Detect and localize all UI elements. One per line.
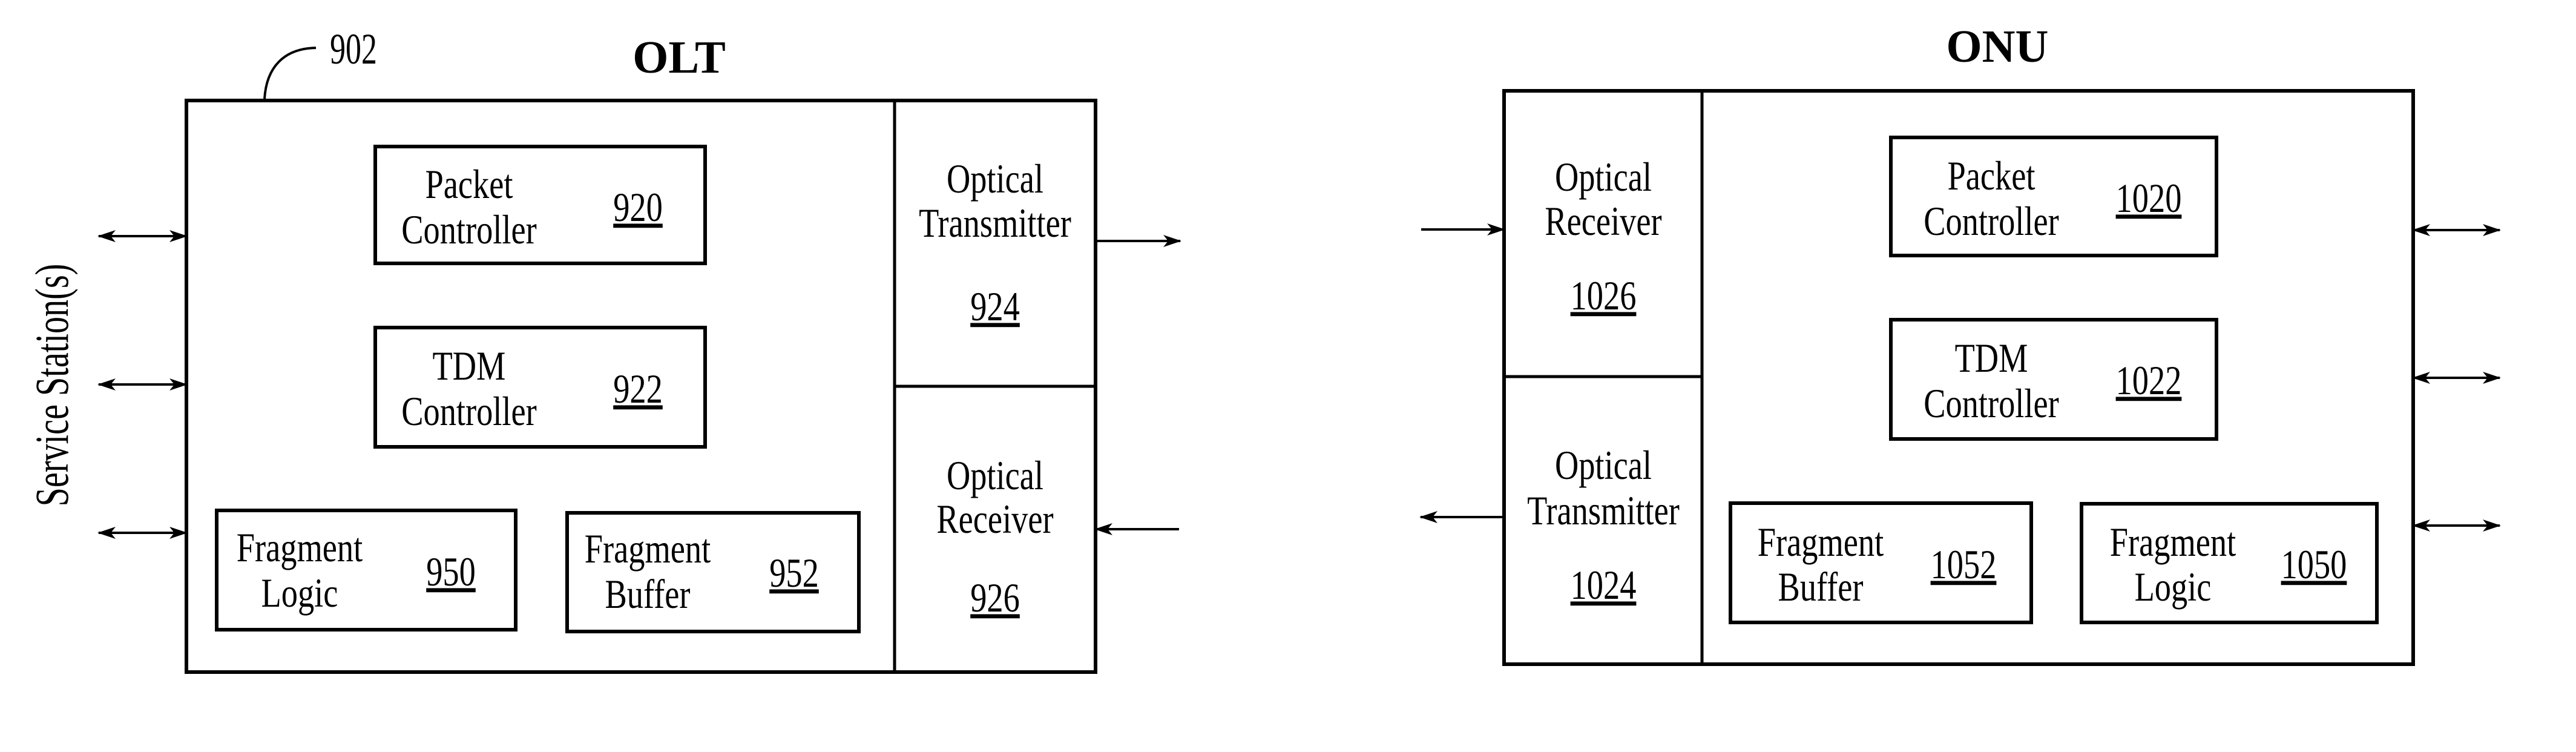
block-number: 924 (970, 284, 1020, 329)
olt-title: OLT (632, 32, 726, 83)
olt-fragment-logic: Fragment Logic 950 (215, 509, 518, 632)
olt-tdm-controller: TDM Controller 922 (373, 326, 707, 449)
block-label-line2: Transmitter (919, 200, 1071, 246)
block-label-line1: Packet (1948, 153, 2036, 199)
block-label-line2: Logic (261, 570, 338, 616)
block-label-line1: Optical (947, 453, 1043, 498)
block-label-line1: Fragment (1758, 519, 1884, 565)
block-label-line1: TDM (433, 343, 506, 389)
block-label-line2: Controller (1924, 199, 2059, 244)
block-label-line1: Packet (426, 162, 513, 207)
block-number: 1022 (2116, 358, 2182, 403)
onu-optical-transmitter: Optical Transmitter 1024 (1527, 443, 1680, 608)
block-label-line1: TDM (1955, 335, 2028, 381)
block-label-line1: Fragment (585, 526, 711, 572)
block-number: 1020 (2116, 176, 2182, 221)
block-label-line2: Buffer (1778, 564, 1864, 610)
block-label-line2: Controller (401, 389, 537, 434)
block-number: 1050 (2281, 542, 2347, 587)
olt-fragment-buffer: Fragment Buffer 952 (565, 511, 861, 633)
block-number: 926 (970, 575, 1020, 621)
block-number: 950 (426, 549, 476, 595)
olt-unit: OLT 902 Service Station(s) Packet Contro… (25, 25, 1181, 674)
onu-unit: ONU Optical Receiver 1026 Optical Transm… (1419, 21, 2501, 666)
onu-packet-controller: Packet Controller 1020 (1889, 136, 2218, 257)
onu-tdm-controller: TDM Controller 1022 (1889, 318, 2218, 441)
block-label-line2: Logic (2135, 564, 2212, 610)
olt-optical-transmitter: Optical Transmitter 924 (919, 156, 1071, 329)
block-number: 1024 (1571, 562, 1637, 608)
olt-packet-controller: Packet Controller 920 (373, 145, 707, 265)
service-stations-label: Service Station(s) (25, 264, 78, 507)
block-number: 1052 (1931, 542, 1997, 587)
block-label-line2: Receiver (1545, 199, 1661, 244)
block-label-line2: Controller (401, 207, 537, 252)
block-label-line1: Optical (1555, 154, 1652, 200)
block-label-line1: Fragment (237, 525, 363, 570)
block-label-line1: Fragment (2110, 519, 2236, 565)
olt-onu-block-diagram: OLT 902 Service Station(s) Packet Contro… (25, 21, 2501, 674)
block-number: 922 (613, 366, 663, 412)
onu-fragment-logic: Fragment Logic 1050 (2080, 502, 2379, 624)
block-number: 952 (769, 550, 819, 596)
block-number: 920 (613, 185, 663, 230)
block-label-line2: Receiver (936, 496, 1053, 542)
block-label-line2: Controller (1924, 381, 2059, 426)
onu-fragment-buffer: Fragment Buffer 1052 (1729, 501, 2033, 624)
reference-leader-line (263, 47, 317, 100)
block-label-line1: Optical (947, 156, 1043, 202)
block-label-line1: Optical (1555, 443, 1652, 488)
olt-optical-receiver: Optical Receiver 926 (936, 453, 1053, 621)
onu-optical-receiver: Optical Receiver 1026 (1545, 154, 1661, 318)
onu-title: ONU (1947, 21, 2049, 72)
block-number: 1026 (1571, 273, 1637, 318)
block-label-line2: Transmitter (1527, 488, 1680, 533)
olt-reference-number: 902 (330, 25, 377, 73)
block-label-line2: Buffer (605, 572, 691, 617)
